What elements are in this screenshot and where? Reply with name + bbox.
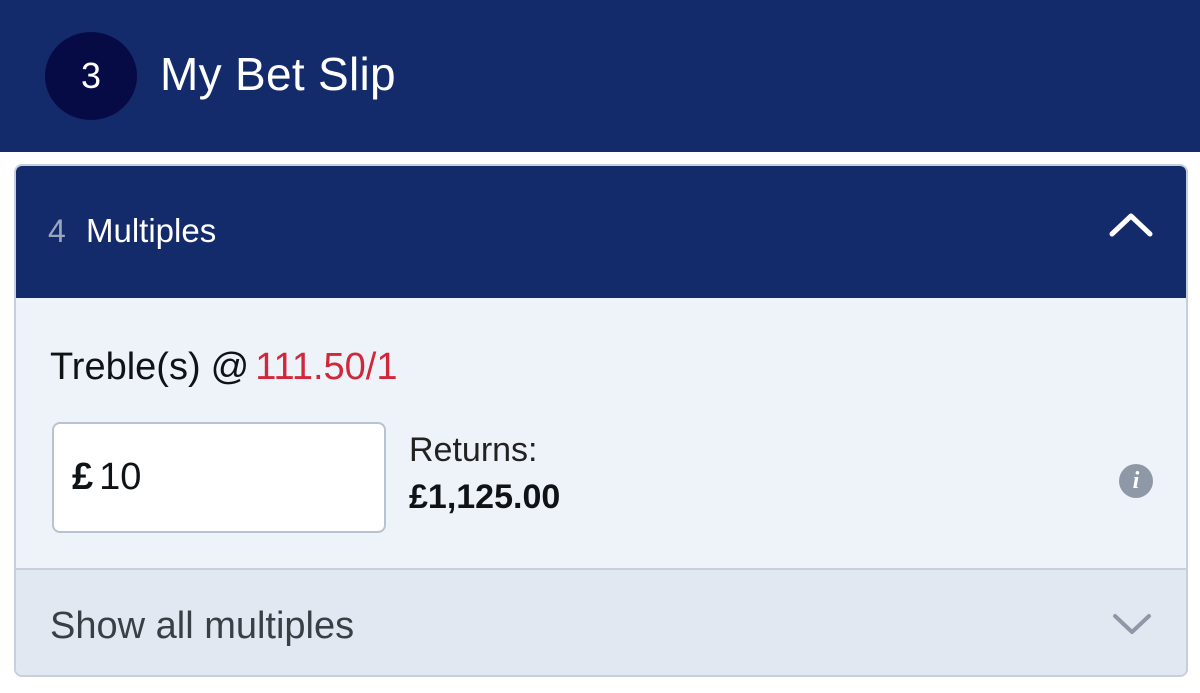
show-all-multiples-label: Show all multiples — [50, 605, 355, 647]
page-title: My Bet Slip — [160, 48, 396, 100]
info-icon[interactable]: i — [1119, 464, 1153, 498]
bet-slip-header: 3 My Bet Slip — [0, 0, 1200, 152]
multiples-title: Multiples — [86, 212, 217, 249]
multiples-count: 4 — [48, 213, 66, 249]
multiples-panel: 4 Multiples Treble(s) @111.50/1 £ 10 Retu… — [14, 164, 1188, 677]
stake-currency: £ — [72, 456, 94, 498]
multiples-panel-header[interactable]: 4 Multiples — [16, 166, 1186, 298]
stake-value[interactable]: 10 — [99, 456, 141, 499]
show-all-multiples-button[interactable]: Show all multiples — [16, 568, 1186, 675]
at-symbol: @ — [210, 346, 250, 388]
bet-odds: 111.50/1 — [255, 346, 398, 388]
stake-input[interactable]: £ 10 — [52, 422, 386, 533]
returns-label: Returns: — [409, 431, 538, 469]
bet-line: Treble(s) @111.50/1 — [50, 344, 397, 390]
chevron-up-icon[interactable] — [1108, 210, 1154, 238]
chevron-down-icon[interactable] — [1112, 612, 1152, 636]
bet-count-badge: 3 — [45, 32, 137, 120]
bet-type: Treble(s) — [50, 346, 201, 388]
returns-value: £1,125.00 — [409, 478, 561, 516]
